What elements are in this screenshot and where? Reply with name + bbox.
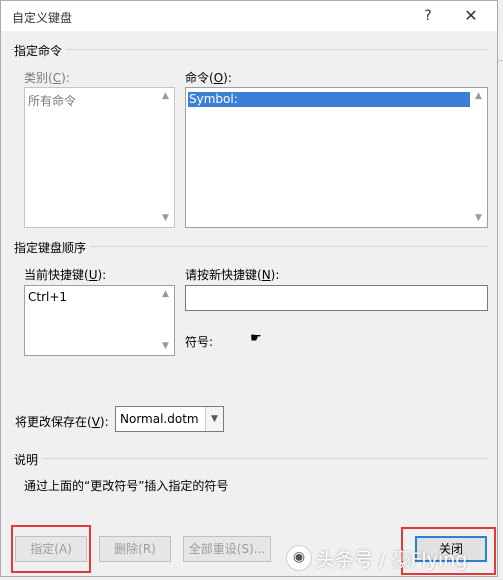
command-scrollbar[interactable]: ▲ ▼ <box>470 88 487 227</box>
scroll-up-icon[interactable]: ▲ <box>473 91 484 102</box>
section-divider <box>11 458 489 459</box>
customize-keyboard-dialog: 自定义键盘 ? ✕ 指定命令 类别(C): 所有命令 ▲ ▼ 命令(O): Sy… <box>0 0 498 577</box>
current-keys-scrollbar[interactable]: ▲ ▼ <box>157 286 174 355</box>
watermark-text: 头条号 / 豪Flying <box>316 549 468 571</box>
close-icon[interactable]: ✕ <box>456 5 486 27</box>
current-keys-listbox[interactable]: Ctrl+1 ▲ ▼ <box>24 285 175 356</box>
pointing-hand-symbol: ☛ <box>250 331 262 346</box>
scroll-down-icon[interactable]: ▼ <box>160 213 171 224</box>
chevron-down-icon[interactable]: ▼ <box>205 407 223 431</box>
keyboard-section-label: 指定键盘顺序 <box>14 239 91 256</box>
list-item[interactable]: Ctrl+1 <box>28 290 67 304</box>
scroll-down-icon[interactable]: ▼ <box>473 213 484 224</box>
command-label: 命令(O): <box>185 71 232 85</box>
list-item[interactable]: 所有命令 <box>28 92 76 109</box>
help-icon[interactable]: ? <box>413 5 443 27</box>
command-listbox[interactable]: Symbol: ▲ ▼ <box>185 87 488 228</box>
scroll-down-icon[interactable]: ▼ <box>160 341 171 352</box>
list-item-selected[interactable]: Symbol: <box>188 92 470 107</box>
remove-button[interactable]: 删除(R) <box>99 536 171 562</box>
description-label: 说明 <box>14 451 43 468</box>
symbol-label: 符号: <box>185 335 214 349</box>
scroll-up-icon[interactable]: ▲ <box>160 289 171 300</box>
scroll-up-icon[interactable]: ▲ <box>160 91 171 102</box>
section-divider <box>11 49 489 50</box>
highlight-box-assign <box>11 525 91 573</box>
dialog-title: 自定义键盘 <box>12 11 73 25</box>
save-in-dropdown[interactable]: Normal.dotm ▼ <box>115 406 224 432</box>
new-key-input[interactable] <box>185 285 488 311</box>
category-label: 类别(C): <box>24 71 70 85</box>
save-in-value: Normal.dotm <box>120 412 199 426</box>
current-keys-label: 当前快捷键(U): <box>24 268 107 282</box>
category-scrollbar[interactable]: ▲ ▼ <box>157 88 174 227</box>
category-listbox[interactable]: 所有命令 ▲ ▼ <box>24 87 175 228</box>
camera-icon: ◉ <box>286 545 312 571</box>
new-key-label: 请按新快捷键(N): <box>185 268 280 282</box>
save-in-label: 将更改保存在(V): <box>15 415 109 429</box>
commands-section-label: 指定命令 <box>14 42 67 59</box>
reset-all-button[interactable]: 全部重设(S)... <box>183 536 271 562</box>
description-text: 通过上面的“更改符号”插入指定的符号 <box>24 479 229 493</box>
title-bar: 自定义键盘 ? ✕ <box>1 1 497 31</box>
